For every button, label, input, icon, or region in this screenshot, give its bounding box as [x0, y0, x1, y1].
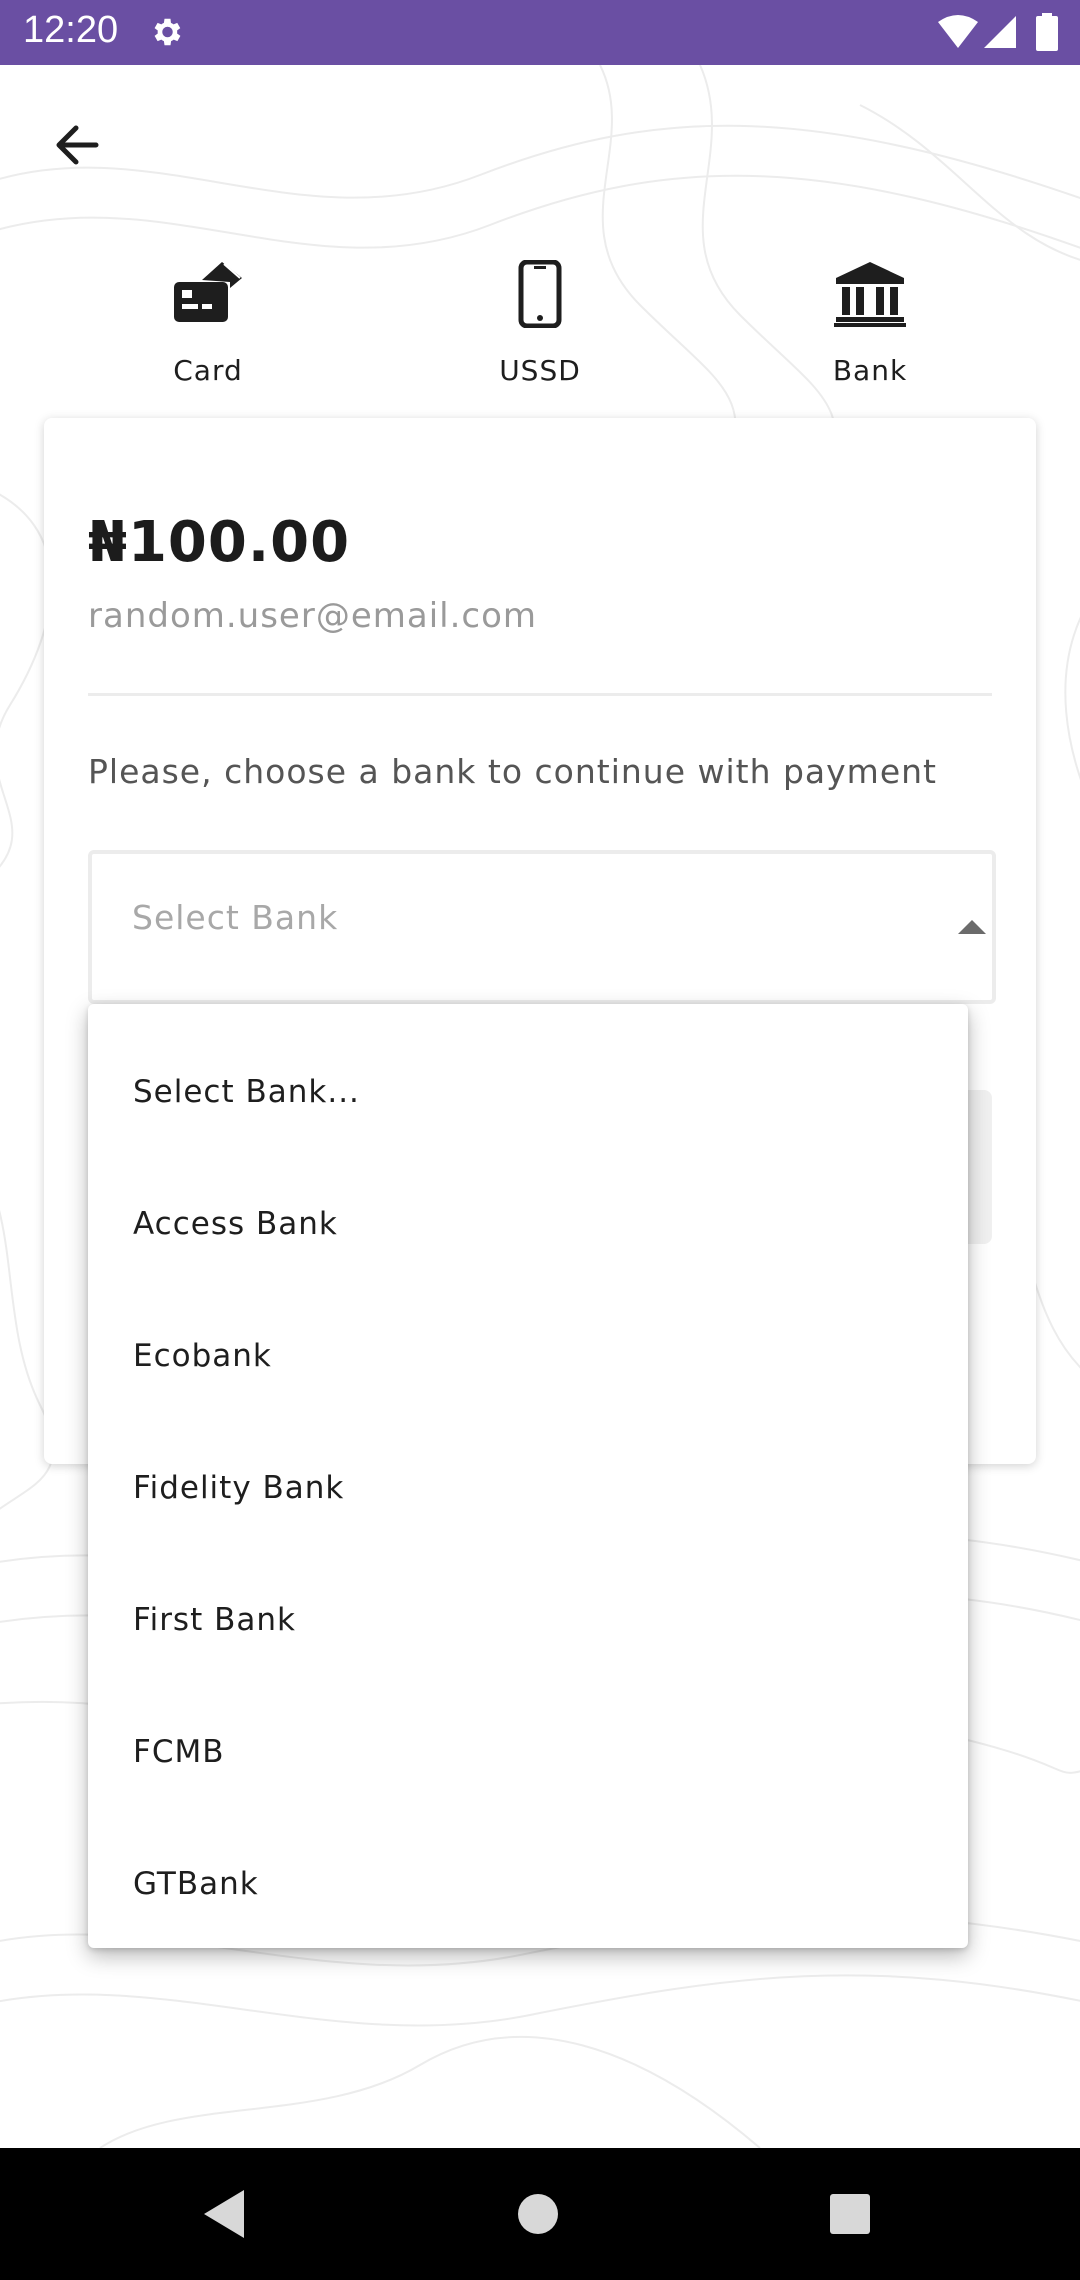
status-time: 12:20: [23, 9, 119, 51]
payment-method-card[interactable]: Card: [108, 258, 308, 398]
bank-option[interactable]: Access Bank: [88, 1158, 968, 1290]
battery-icon: [1036, 13, 1058, 55]
bank-dropdown-menu: Select Bank... Access Bank Ecobank Fidel…: [88, 1004, 968, 1948]
phone-icon: [440, 258, 640, 334]
payment-method-bank[interactable]: Bank: [770, 258, 970, 398]
back-button[interactable]: [40, 108, 114, 182]
home-circle-icon[interactable]: [516, 2192, 560, 2240]
bank-option[interactable]: Fidelity Bank: [88, 1422, 968, 1554]
signal-icon: [982, 14, 1018, 54]
bank-select-dropdown[interactable]: Select Bank: [88, 850, 996, 1004]
divider: [88, 693, 992, 696]
payer-email: random.user@email.com: [88, 596, 538, 636]
bank-instruction-text: Please, choose a bank to continue with p…: [88, 752, 937, 791]
bank-select-placeholder: Select Bank: [132, 898, 339, 937]
payment-method-label: USSD: [499, 354, 581, 387]
bank-option[interactable]: Select Bank...: [88, 1026, 968, 1158]
payment-method-label: Card: [173, 354, 243, 387]
recents-square-icon[interactable]: [828, 2192, 872, 2240]
credit-card-icon: [108, 258, 308, 334]
gear-icon: [148, 14, 184, 54]
wifi-icon: [938, 14, 978, 54]
payment-method-ussd[interactable]: USSD: [440, 258, 640, 398]
caret-up-icon: [956, 918, 988, 940]
back-triangle-icon[interactable]: [200, 2188, 248, 2244]
arrow-left-icon: [56, 125, 99, 165]
payment-amount: ₦100.00: [88, 510, 351, 575]
status-bar: 12:20: [0, 0, 1080, 65]
bank-option[interactable]: Ecobank: [88, 1290, 968, 1422]
bank-option[interactable]: GTBank: [88, 1818, 968, 1950]
bank-icon: [770, 258, 970, 334]
bank-option[interactable]: FCMB: [88, 1686, 968, 1818]
payment-method-label: Bank: [832, 354, 908, 387]
navigation-bar: [0, 2148, 1080, 2280]
bank-option[interactable]: First Bank: [88, 1554, 968, 1686]
